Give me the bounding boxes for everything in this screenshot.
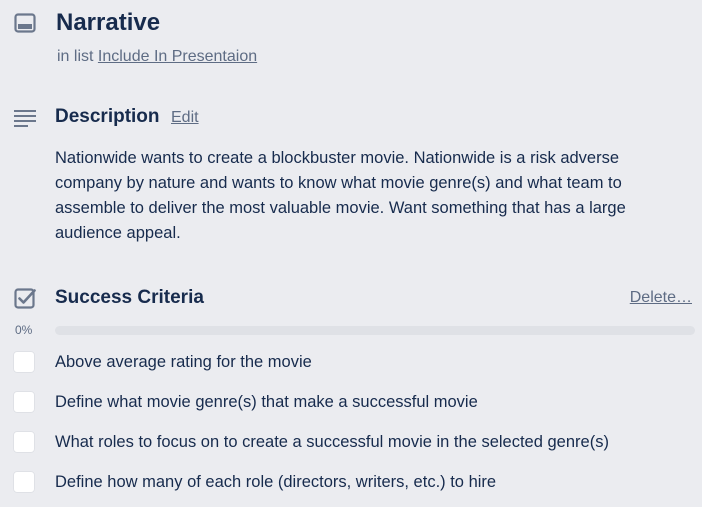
checkbox[interactable] — [13, 391, 35, 413]
checklist-icon — [14, 288, 36, 309]
edit-description-link[interactable]: Edit — [171, 108, 199, 128]
description-text[interactable]: Nationwide wants to create a blockbuster… — [55, 146, 680, 246]
delete-checklist-link[interactable]: Delete… — [630, 288, 692, 308]
checklist-item-label[interactable]: Define how many of each role (directors,… — [55, 472, 496, 492]
checklist-item[interactable]: What roles to focus on to create a succe… — [0, 425, 702, 463]
checkbox[interactable] — [13, 351, 35, 373]
description-heading: Description — [55, 106, 160, 127]
checkbox[interactable] — [13, 431, 35, 453]
checklist-item-label[interactable]: Define what movie genre(s) that make a s… — [55, 392, 478, 412]
checklist-item[interactable]: Define what movie genre(s) that make a s… — [0, 385, 702, 423]
list-prefix: in list — [57, 48, 94, 65]
description-lines-icon — [14, 110, 36, 127]
checklist-item-label[interactable]: Above average rating for the movie — [55, 352, 312, 372]
list-reference: in list Include In Presentaion — [57, 47, 257, 67]
progress-bar — [55, 326, 695, 335]
card-icon — [14, 13, 36, 33]
checkbox[interactable] — [13, 471, 35, 493]
list-name-link[interactable]: Include In Presentaion — [98, 48, 257, 65]
checklist-item-label[interactable]: What roles to focus on to create a succe… — [55, 432, 609, 452]
checklist-item[interactable]: Above average rating for the movie — [0, 345, 702, 383]
checklist-item[interactable]: Define how many of each role (directors,… — [0, 465, 702, 503]
progress-percent: 0% — [15, 323, 33, 337]
card-title: Narrative — [56, 9, 161, 36]
checklist-title: Success Criteria — [55, 287, 204, 308]
